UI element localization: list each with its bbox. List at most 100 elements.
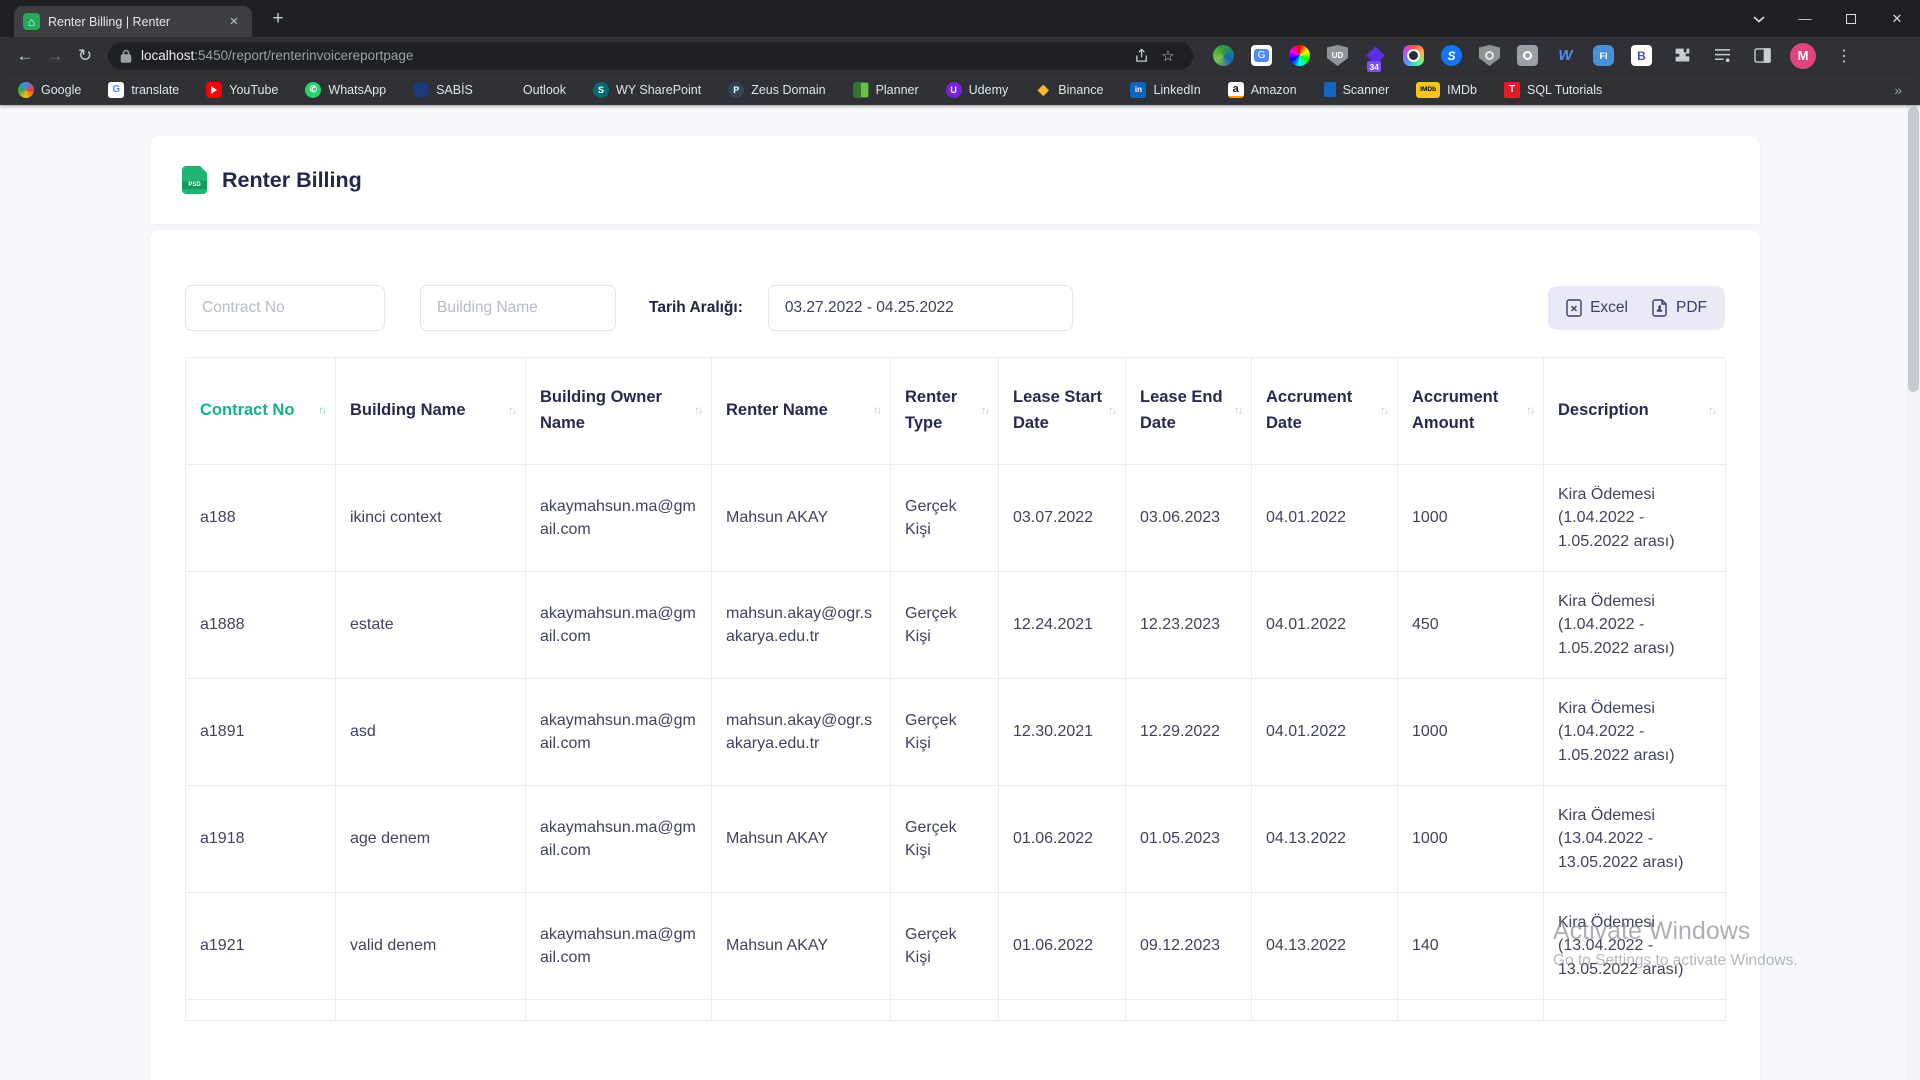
table-cell: Mahsun AKAY bbox=[712, 893, 891, 1000]
column-header[interactable]: Description↑↓ bbox=[1544, 358, 1726, 465]
urban-dictionary-extension-icon[interactable]: UD bbox=[1327, 45, 1348, 66]
maximize-button[interactable] bbox=[1828, 0, 1874, 37]
bookmark-outlook[interactable]: Outlook bbox=[500, 82, 566, 98]
bookmark-whatsapp[interactable]: ✆WhatsApp bbox=[305, 82, 386, 98]
translate-glyph: G bbox=[1254, 49, 1270, 62]
bookmark-sabis[interactable]: SABİS bbox=[413, 82, 473, 98]
table-row-partial bbox=[186, 1000, 1726, 1021]
sort-icon[interactable]: ↑↓ bbox=[1234, 402, 1241, 419]
google-icon bbox=[18, 82, 34, 98]
bookmark-zeus[interactable]: PZeus Domain bbox=[728, 82, 825, 98]
bookmark-youtube[interactable]: YouTube bbox=[206, 82, 278, 98]
bookmark-sharepoint[interactable]: SWY SharePoint bbox=[593, 82, 701, 98]
column-header[interactable]: Accrument Date↑↓ bbox=[1252, 358, 1398, 465]
story-camera-extension-icon[interactable] bbox=[1403, 45, 1424, 66]
youtube-icon bbox=[206, 82, 222, 98]
sort-icon[interactable]: ↑↓ bbox=[1526, 402, 1533, 419]
back-button[interactable]: ← bbox=[10, 41, 40, 71]
export-buttons: Excel PDF bbox=[1548, 286, 1725, 330]
idm-extension-icon[interactable] bbox=[1213, 45, 1234, 66]
fonts-extension-icon[interactable]: FI bbox=[1593, 45, 1614, 66]
close-window-button[interactable]: ✕ bbox=[1874, 0, 1920, 37]
wave-extension-icon[interactable]: W bbox=[1555, 45, 1576, 66]
column-header[interactable]: Lease End Date↑↓ bbox=[1126, 358, 1252, 465]
contract-no-input[interactable] bbox=[185, 285, 385, 331]
table-cell: 01.05.2023 bbox=[1126, 786, 1252, 893]
address-bar[interactable]: localhost:5450/report/renterinvoicerepor… bbox=[108, 42, 1193, 70]
date-range-input[interactable] bbox=[768, 285, 1073, 331]
sort-icon[interactable]: ↑↓ bbox=[1108, 402, 1115, 419]
side-panel-icon[interactable] bbox=[1750, 44, 1774, 68]
bookmark-label: Google bbox=[41, 83, 81, 97]
bookmark-amazon[interactable]: aAmazon bbox=[1228, 82, 1297, 98]
shazam-extension-icon[interactable]: S bbox=[1441, 45, 1462, 66]
media-playlist-icon[interactable] bbox=[1710, 44, 1734, 68]
reload-button[interactable]: ↻ bbox=[70, 41, 100, 71]
bookmark-sql[interactable]: TSQL Tutorials bbox=[1504, 82, 1602, 98]
table-cell: 09.12.2023 bbox=[1126, 893, 1252, 1000]
excel-file-icon bbox=[1566, 299, 1582, 317]
bookmark-google[interactable]: Google bbox=[18, 82, 81, 98]
table-cell: akaymahsun.ma@gmail.com bbox=[526, 786, 712, 893]
building-name-input[interactable] bbox=[420, 285, 616, 331]
page-header-card: PSD Renter Billing bbox=[150, 136, 1760, 224]
color-wheel-extension-icon[interactable] bbox=[1289, 45, 1310, 66]
column-header[interactable]: Renter Name↑↓ bbox=[712, 358, 891, 465]
sort-icon[interactable]: ↑↓ bbox=[981, 402, 988, 419]
browser-tab[interactable]: ⌂ Renter Billing | Renter × bbox=[14, 6, 252, 37]
new-tab-button[interactable]: + bbox=[264, 5, 292, 33]
sort-icon[interactable]: ↑↓ bbox=[1380, 402, 1387, 419]
sabis-icon bbox=[413, 82, 429, 98]
table-cell: 01.06.2022 bbox=[999, 893, 1126, 1000]
bookmark-imdb[interactable]: IMDbIMDb bbox=[1416, 82, 1477, 98]
page-scrollbar[interactable] bbox=[1906, 105, 1920, 1080]
screenshot-extension-icon[interactable] bbox=[1517, 45, 1538, 66]
table-cell: a1921 bbox=[186, 893, 336, 1000]
table-cell bbox=[1252, 1000, 1398, 1021]
sort-icon[interactable]: ↑↓ bbox=[318, 402, 325, 419]
table-cell: 04.01.2022 bbox=[1252, 465, 1398, 572]
b-extension-icon[interactable]: B bbox=[1631, 45, 1652, 66]
tab-close-icon[interactable]: × bbox=[225, 13, 243, 31]
table-cell: Kira Ödemesi (1.04.2022 - 1.05.2022 aras… bbox=[1544, 679, 1726, 786]
bookmark-udemy[interactable]: UUdemy bbox=[946, 82, 1009, 98]
column-header[interactable]: Accrument Amount↑↓ bbox=[1398, 358, 1544, 465]
column-header[interactable]: Building Name↑↓ bbox=[336, 358, 526, 465]
translate-extension-icon[interactable]: G bbox=[1251, 45, 1272, 66]
forward-button[interactable]: → bbox=[40, 41, 70, 71]
scrollbar-thumb[interactable] bbox=[1908, 107, 1919, 392]
extensions-puzzle-icon[interactable] bbox=[1670, 44, 1694, 68]
sort-icon[interactable]: ↑↓ bbox=[1708, 402, 1715, 419]
export-pdf-button[interactable]: PDF bbox=[1652, 299, 1707, 317]
filter-bar: Tarih Aralığı: Excel PDF bbox=[185, 285, 1725, 331]
browser-menu-kebab-icon[interactable]: ⋮ bbox=[1832, 44, 1856, 68]
bookmark-planner[interactable]: Planner bbox=[853, 82, 919, 98]
bookmark-star-icon[interactable]: ☆ bbox=[1155, 43, 1181, 69]
export-excel-button[interactable]: Excel bbox=[1566, 299, 1628, 317]
share-icon[interactable] bbox=[1129, 43, 1155, 69]
shield-extension-icon[interactable] bbox=[1479, 45, 1500, 66]
bookmark-binance[interactable]: ◆Binance bbox=[1035, 82, 1103, 98]
lens-ring bbox=[1523, 51, 1532, 60]
bookmark-linkedin[interactable]: inLinkedIn bbox=[1130, 82, 1200, 98]
table-cell: 12.30.2021 bbox=[999, 679, 1126, 786]
column-header[interactable]: Lease Start Date↑↓ bbox=[999, 358, 1126, 465]
diamond-extension-icon[interactable]: 34 bbox=[1365, 45, 1386, 66]
bookmarks-overflow-icon[interactable]: » bbox=[1894, 82, 1902, 98]
minimize-button[interactable]: — bbox=[1782, 0, 1828, 37]
bookmark-scanner[interactable]: Scanner bbox=[1324, 82, 1390, 97]
column-header[interactable]: Contract No↑↓ bbox=[186, 358, 336, 465]
table-cell: mahsun.akay@ogr.sakarya.edu.tr bbox=[712, 679, 891, 786]
sort-icon[interactable]: ↑↓ bbox=[873, 402, 880, 419]
tab-search-chevron-icon[interactable] bbox=[1736, 0, 1782, 37]
profile-avatar[interactable]: M bbox=[1790, 43, 1816, 69]
sort-icon[interactable]: ↑↓ bbox=[694, 402, 701, 419]
sort-icon[interactable]: ↑↓ bbox=[508, 402, 515, 419]
table-cell bbox=[891, 1000, 999, 1021]
outlook-icon bbox=[500, 82, 516, 98]
table-cell: 1000 bbox=[1398, 786, 1544, 893]
bookmark-translate[interactable]: Gtranslate bbox=[108, 82, 179, 98]
column-header[interactable]: Renter Type↑↓ bbox=[891, 358, 999, 465]
column-header[interactable]: Building Owner Name↑↓ bbox=[526, 358, 712, 465]
table-cell: 03.07.2022 bbox=[999, 465, 1126, 572]
